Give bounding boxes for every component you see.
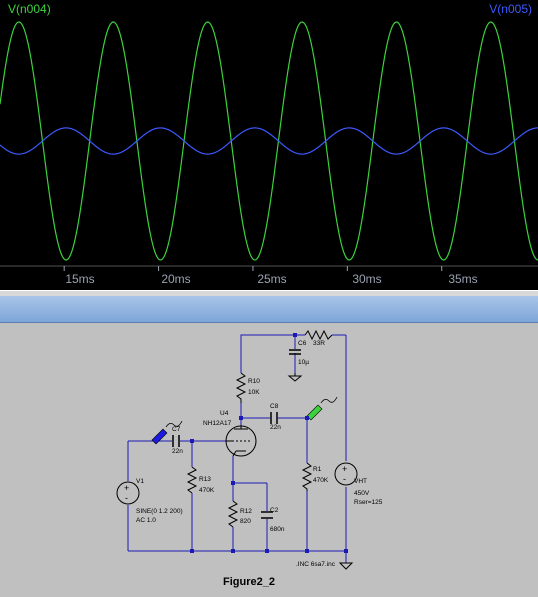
- x-tick-label: 25ms: [257, 272, 287, 286]
- schematic-canvas[interactable]: + - + - C6 10µ 33R R10 10K U4 NH12A17 C8…: [0, 323, 538, 597]
- junction: [239, 416, 243, 420]
- figure-title: Figure2_2: [223, 576, 275, 588]
- r10-value: 10K: [248, 389, 260, 396]
- r12-value: 820: [240, 518, 251, 525]
- junction: [231, 549, 235, 553]
- r1-value: 470K: [313, 477, 329, 484]
- resistor-r10[interactable]: [235, 372, 247, 403]
- v1-name: V1: [136, 478, 144, 485]
- voltage-source-v1[interactable]: + -: [116, 481, 140, 505]
- probe-icon[interactable]: [306, 396, 338, 421]
- x-tick-label: 30ms: [352, 272, 382, 286]
- resistor-r12[interactable]: [227, 500, 239, 528]
- ground-icon: [287, 375, 303, 382]
- junction: [305, 549, 309, 553]
- r10-name: R10: [248, 378, 260, 385]
- c6-name: C6: [298, 340, 307, 347]
- junction: [305, 416, 309, 420]
- junction: [190, 549, 194, 553]
- r1-name: R1: [313, 466, 322, 473]
- vht-name: VHT: [354, 478, 367, 485]
- schematic-drawing[interactable]: + - + - C6 10µ 33R R10 10K U4 NH12A17 C8…: [0, 323, 538, 597]
- junction: [344, 549, 348, 553]
- svg-text:-: -: [125, 493, 128, 503]
- capacitor-c7[interactable]: [172, 435, 180, 447]
- capacitor-c8[interactable]: [270, 412, 278, 424]
- resistor-r1[interactable]: [301, 462, 313, 491]
- vacuum-tube-u4[interactable]: [225, 425, 257, 457]
- c7-name: C7: [172, 426, 181, 433]
- r12-name: R12: [240, 508, 252, 515]
- include-directive[interactable]: .INC 6sa7.inc: [296, 561, 336, 568]
- v1-ac: AC 1.0: [136, 517, 156, 524]
- svg-text:+: +: [342, 464, 347, 474]
- trace-label-n004[interactable]: V(n004): [8, 2, 51, 16]
- series-line-vn004: [0, 21, 538, 261]
- junction: [231, 481, 235, 485]
- r13-name: R13: [199, 476, 211, 483]
- series-line-vn005: [0, 127, 538, 155]
- svg-text:-: -: [343, 474, 346, 484]
- waveform-plot[interactable]: V(n004) V(n005) 15ms 20ms 25ms 30ms 35ms: [0, 0, 538, 290]
- vht-voltage: 450V: [354, 490, 370, 497]
- x-tick-label: 35ms: [448, 272, 478, 286]
- resistor-33r[interactable]: [304, 329, 333, 341]
- u4-name: U4: [220, 410, 229, 417]
- x-tick-label: 15ms: [65, 272, 95, 286]
- c8-name: C8: [270, 403, 279, 410]
- r-top-value: 33R: [313, 340, 325, 347]
- capacitor-c6[interactable]: [289, 349, 301, 355]
- trace-label-n005[interactable]: V(n005): [489, 2, 532, 16]
- plot-canvas[interactable]: [0, 0, 538, 290]
- ground-icon: [338, 562, 354, 570]
- r13-value: 470K: [199, 487, 215, 494]
- u4-model: NH12A17: [203, 420, 232, 427]
- schematic-window-titlebar[interactable]: [0, 296, 538, 323]
- c6-value: 10µ: [298, 359, 309, 366]
- junction: [190, 439, 194, 443]
- junction: [265, 549, 269, 553]
- junction: [293, 333, 297, 337]
- svg-text:+: +: [124, 483, 129, 493]
- c2-name: C2: [270, 507, 279, 514]
- c7-value: 22n: [172, 448, 183, 455]
- resistor-r13[interactable]: [186, 466, 198, 494]
- x-tick-label: 20ms: [161, 272, 191, 286]
- v1-function: SINE(0 1.2 200): [136, 508, 183, 515]
- vht-rser: Rser=125: [354, 499, 383, 506]
- c8-value: 22n: [270, 424, 281, 431]
- c2-value: 680n: [270, 526, 285, 533]
